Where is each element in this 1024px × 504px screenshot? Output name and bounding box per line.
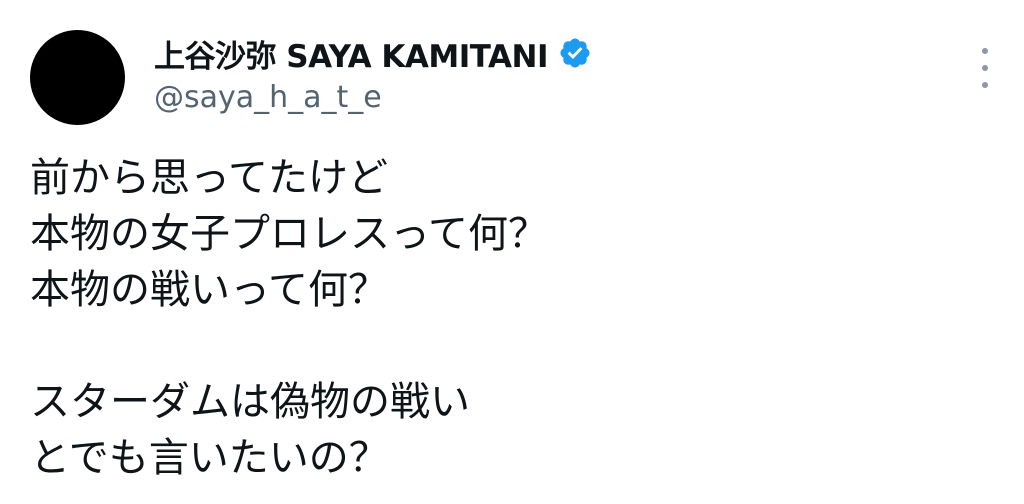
- tweet-line: 前から思ってたけど: [30, 155, 388, 201]
- more-dot: [982, 82, 988, 88]
- author-handle[interactable]: @saya_h_a_t_e: [154, 80, 382, 115]
- more-dot: [982, 65, 988, 71]
- avatar[interactable]: [30, 30, 125, 125]
- tweet-line: 本物の戦いって何？: [30, 267, 388, 313]
- tweet-line: 本物の女子プロレスって何？: [30, 211, 548, 257]
- display-name[interactable]: 上谷沙弥 SAYA KAMITANI: [154, 31, 549, 76]
- more-dot: [982, 48, 988, 54]
- author-name-row: 上谷沙弥 SAYA KAMITANI: [154, 30, 592, 76]
- tweet-line: スターダムは偽物の戦い: [30, 379, 470, 425]
- verified-badge-icon: [560, 38, 590, 68]
- tweet-line: とでも言いたいの？: [30, 435, 389, 481]
- tweet-text: 前から思ってたけど 本物の女子プロレスって何？ 本物の戦いって何？ スターダムは…: [30, 150, 990, 486]
- more-options-icon[interactable]: [973, 48, 997, 88]
- tweet: 上谷沙弥 SAYA KAMITANI @saya_h_a_t_e 前から思ってた…: [0, 0, 1024, 504]
